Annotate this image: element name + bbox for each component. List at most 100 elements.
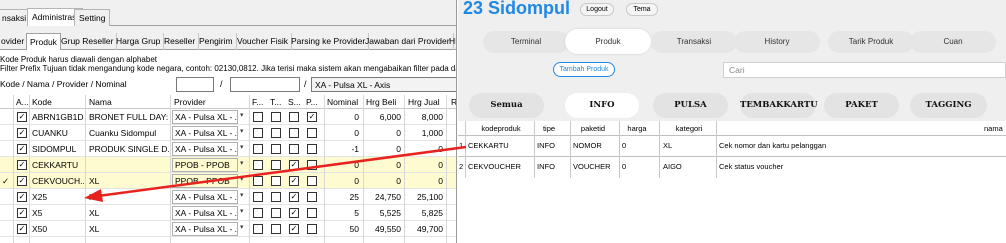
hrg-beli-cell: 0 bbox=[396, 160, 401, 170]
category-paket[interactable]: PAKET bbox=[824, 93, 899, 118]
flag-checkbox[interactable] bbox=[253, 176, 263, 186]
tab-jawaban-dari-provider[interactable]: Jawaban dari Provider bbox=[362, 33, 454, 50]
provider-dropdown[interactable]: PPOB - PPOB bbox=[172, 158, 238, 172]
tab-provider[interactable]: ovider bbox=[0, 33, 29, 50]
flag-checkbox[interactable] bbox=[289, 128, 299, 138]
table-row[interactable]: ✓ CEKKARTU PPOB - PPOB 0 0 0 ▾ ✓ bbox=[0, 157, 456, 173]
nav-tarik-produk[interactable]: Tarik Produk bbox=[828, 31, 914, 53]
flag-checkbox[interactable] bbox=[253, 224, 263, 234]
logout-button[interactable]: Logout bbox=[580, 3, 614, 16]
provider-dropdown[interactable]: XA - Pulsa XL - ... bbox=[172, 190, 238, 204]
flag-checkbox[interactable] bbox=[271, 176, 281, 186]
provider-dropdown[interactable]: XA - Pulsa XL - ... bbox=[172, 126, 238, 140]
tambah-produk-button[interactable]: Tambah Produk bbox=[553, 62, 615, 77]
category-semua[interactable]: Semua bbox=[469, 93, 544, 118]
flag-checkbox[interactable] bbox=[271, 208, 281, 218]
active-checkbox[interactable]: ✓ bbox=[17, 144, 27, 154]
flag-checkbox[interactable] bbox=[271, 128, 281, 138]
active-checkbox[interactable]: ✓ bbox=[17, 160, 27, 170]
table-row[interactable]: ✓ SIDOMPUL PRODUK SINGLE D... XA - Pulsa XL… bbox=[0, 141, 456, 157]
flag-checkbox[interactable] bbox=[307, 208, 317, 218]
flag-checkbox[interactable] bbox=[307, 224, 317, 234]
search-input[interactable]: Cari bbox=[723, 62, 1006, 78]
nama-cell: Cuanku Sidompul bbox=[89, 128, 157, 138]
table-row[interactable]: ✓ CUANKU Cuanku Sidompul XA - Pulsa XL - ..… bbox=[0, 125, 456, 141]
flag-checkbox[interactable] bbox=[271, 112, 281, 122]
active-checkbox[interactable]: ✓ bbox=[17, 224, 27, 234]
table-row[interactable]: ✓ X50 XL XA - Pulsa XL - ... 50 49,550 49,700 ▾… bbox=[0, 221, 456, 237]
active-checkbox[interactable]: ✓ bbox=[17, 112, 27, 122]
chevron-down-icon[interactable]: ▾ bbox=[240, 207, 244, 215]
flag-checkbox[interactable]: ✓ bbox=[289, 192, 299, 202]
tab-setting[interactable]: Setting bbox=[74, 9, 111, 26]
chevron-down-icon[interactable]: ▾ bbox=[240, 111, 244, 119]
product-table: kodeproduk tipe paketid harga kategori n… bbox=[458, 121, 1006, 243]
chevron-down-icon[interactable]: ▾ bbox=[240, 143, 244, 151]
tab-harga-grup[interactable]: Harga Grup bbox=[113, 33, 165, 50]
flag-checkbox[interactable]: ✓ bbox=[289, 160, 299, 170]
flag-checkbox[interactable]: ✓ bbox=[307, 112, 317, 122]
category-tembakkartu[interactable]: TEMBAKKARTU bbox=[740, 93, 818, 118]
tab-produk[interactable]: Produk bbox=[26, 33, 61, 51]
nav-history[interactable]: History bbox=[734, 31, 820, 53]
tema-button[interactable]: Tema bbox=[626, 3, 658, 16]
flag-checkbox[interactable] bbox=[253, 208, 263, 218]
flag-checkbox[interactable] bbox=[307, 192, 317, 202]
tab-hi[interactable]: HI bbox=[446, 33, 456, 50]
nominal-cell: 0 bbox=[354, 176, 359, 186]
flag-checkbox[interactable] bbox=[307, 160, 317, 170]
chevron-down-icon[interactable]: ▾ bbox=[240, 223, 244, 231]
chevron-down-icon[interactable]: ▾ bbox=[240, 175, 244, 183]
flag-checkbox[interactable] bbox=[307, 176, 317, 186]
flag-checkbox[interactable] bbox=[253, 144, 263, 154]
provider-filter-dropdown[interactable]: XA - Pulsa XL - Axis bbox=[311, 77, 456, 92]
nav-cuan[interactable]: Cuan bbox=[910, 31, 996, 53]
flag-checkbox[interactable]: ✓ bbox=[289, 224, 299, 234]
provider-dropdown[interactable]: XA - Pulsa XL - ... bbox=[172, 110, 238, 124]
flag-checkbox[interactable] bbox=[289, 144, 299, 154]
flag-checkbox[interactable] bbox=[253, 112, 263, 122]
category-tagging[interactable]: TAGGING bbox=[910, 93, 987, 118]
table-row[interactable]: ✓ ABRN1GB1D BRONET FULL DAY:... XA - Pulsa … bbox=[0, 109, 456, 125]
tab-grup-reseller[interactable]: Grup Reseller bbox=[58, 33, 118, 50]
table-row[interactable]: ✓ ✓ CEKVOUCH... XL PPOB - PPOB 0 0 0 ▾ ✓ bbox=[0, 173, 456, 189]
flag-checkbox[interactable] bbox=[271, 144, 281, 154]
tab-voucher-fisik[interactable]: Voucher Fisik bbox=[234, 33, 293, 50]
provider-dropdown[interactable]: XA - Pulsa XL - ... bbox=[172, 222, 238, 236]
flag-checkbox[interactable] bbox=[271, 224, 281, 234]
flag-checkbox[interactable]: ✓ bbox=[289, 208, 299, 218]
flag-checkbox[interactable] bbox=[271, 192, 281, 202]
chevron-down-icon[interactable]: ▾ bbox=[240, 191, 244, 199]
provider-dropdown[interactable]: XA - Pulsa XL - ... bbox=[172, 142, 238, 156]
flag-checkbox[interactable] bbox=[307, 144, 317, 154]
tab-pengirim[interactable]: Pengirim bbox=[196, 33, 237, 50]
flag-checkbox[interactable] bbox=[253, 160, 263, 170]
nav-terminal[interactable]: Terminal bbox=[483, 31, 569, 53]
provider-dropdown[interactable]: XA - Pulsa XL - ... bbox=[172, 206, 238, 220]
category-info[interactable]: INFO bbox=[565, 93, 639, 118]
tab-parsing-ke-provider[interactable]: Parsing ke Provider bbox=[288, 33, 370, 50]
category-pulsa[interactable]: PULSA bbox=[653, 93, 728, 118]
chevron-down-icon[interactable]: ▾ bbox=[240, 127, 244, 135]
table-row[interactable]: ✓ X25 XL XA - Pulsa XL - ... 25 24,750 25,100 ▾… bbox=[0, 189, 456, 205]
provider-dropdown[interactable]: PPOB - PPOB bbox=[172, 174, 238, 188]
active-checkbox[interactable]: ✓ bbox=[17, 208, 27, 218]
filter-text-input-2[interactable] bbox=[230, 77, 300, 92]
flag-checkbox[interactable]: ✓ bbox=[289, 176, 299, 186]
filter-text-input[interactable] bbox=[176, 77, 214, 92]
table-row[interactable]: 1 CEKKARTU INFO NOMOR 0 XL Cek nomor dan kartu… bbox=[458, 135, 1006, 154]
tab-reseller[interactable]: Reseller bbox=[161, 33, 200, 50]
active-checkbox[interactable]: ✓ bbox=[17, 128, 27, 138]
flag-checkbox[interactable] bbox=[253, 128, 263, 138]
nav-transaksi[interactable]: Transaksi bbox=[651, 31, 737, 53]
nav-produk[interactable]: Produk bbox=[565, 29, 651, 54]
active-checkbox[interactable]: ✓ bbox=[17, 192, 27, 202]
flag-checkbox[interactable] bbox=[253, 192, 263, 202]
flag-checkbox[interactable] bbox=[271, 160, 281, 170]
flag-checkbox[interactable] bbox=[307, 128, 317, 138]
flag-checkbox[interactable] bbox=[289, 112, 299, 122]
table-row[interactable]: ✓ X5 XL XA - Pulsa XL - ... 5 5,525 5,825 ▾ ✓ bbox=[0, 205, 456, 221]
table-row[interactable]: 2 CEKVOUCHER INFO VOUCHER 0 AIGO Cek status vo… bbox=[458, 156, 1006, 175]
chevron-down-icon[interactable]: ▾ bbox=[240, 159, 244, 167]
active-checkbox[interactable]: ✓ bbox=[17, 176, 27, 186]
